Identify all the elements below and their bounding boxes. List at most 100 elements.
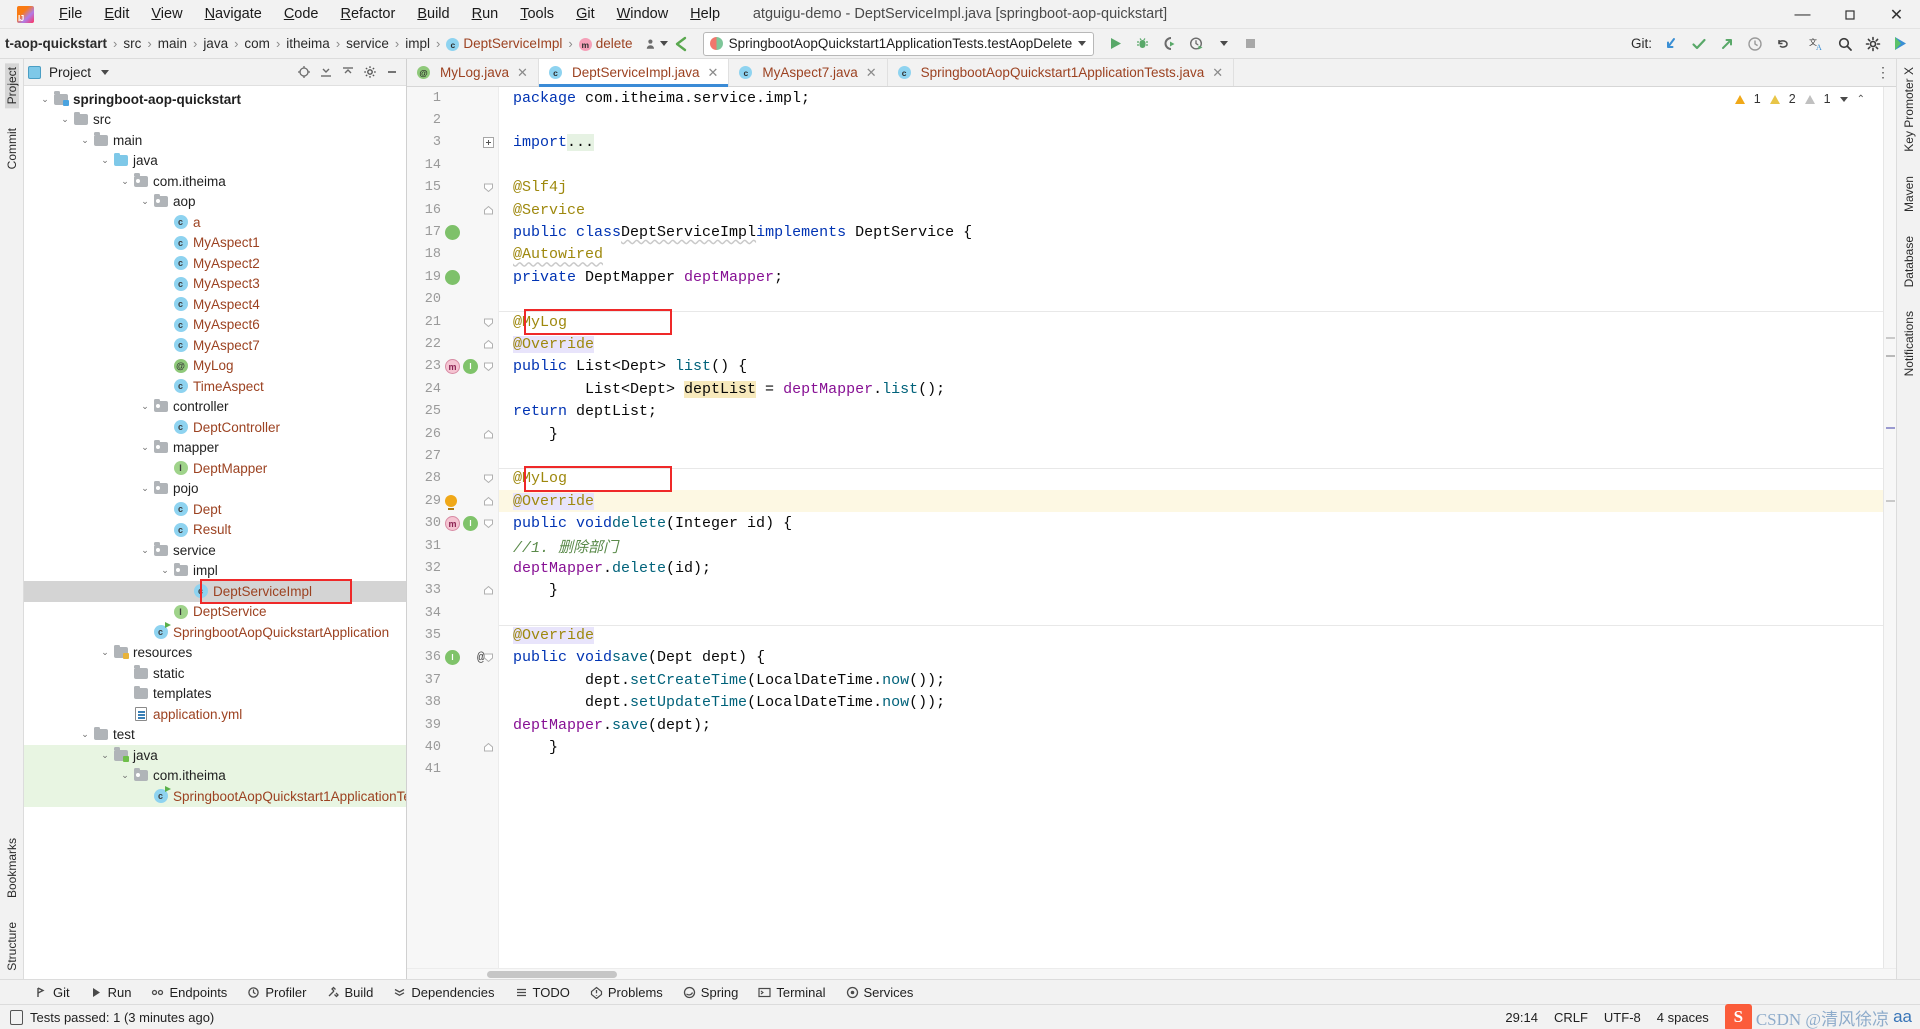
gutter-row[interactable]: 21 [407, 311, 498, 333]
code-line[interactable]: deptMapper. save (dept); [499, 714, 1883, 736]
breadcrumb[interactable]: t-aop-quickstart › src › main › java › com › ithei… [0, 34, 638, 54]
tree-node-myaspect1[interactable]: c MyAspect1 [24, 233, 406, 254]
bottom-tab-services[interactable]: Services [837, 983, 923, 1002]
tree-node-java[interactable]: ⌄ java [24, 745, 406, 766]
fold-collapse-icon[interactable] [483, 518, 494, 529]
breadcrumb-item-service[interactable]: service [341, 34, 394, 53]
bottom-tab-endpoints[interactable]: Endpoints [142, 983, 236, 1002]
code-line[interactable] [499, 602, 1883, 624]
gutter-row[interactable]: 25 [407, 400, 498, 422]
spring-bean-icon[interactable] [445, 269, 460, 285]
breadcrumb-item-delete[interactable]: m delete [574, 34, 638, 54]
tool-window-tab-maven[interactable]: Maven [1902, 172, 1916, 216]
gutter-row[interactable]: 18 [407, 244, 498, 266]
gutter-row[interactable]: 16 [407, 199, 498, 221]
tree-node-springbootaopquickstartapplication[interactable]: c SpringbootAopQuickstartApplication [24, 622, 406, 643]
menu-item-git[interactable]: Git [565, 3, 606, 25]
menu-item-file[interactable]: File [48, 3, 93, 25]
code-line[interactable]: import ... [499, 132, 1883, 154]
close-icon[interactable]: ✕ [517, 65, 528, 81]
code-line[interactable] [499, 445, 1883, 467]
tree-node-pojo[interactable]: ⌄ pojo [24, 479, 406, 500]
tree-node-deptservice[interactable]: I DeptService [24, 602, 406, 623]
tree-node-timeaspect[interactable]: c TimeAspect [24, 376, 406, 397]
fold-collapse-icon[interactable] [483, 361, 494, 372]
tree-node-deptserviceimpl[interactable]: c DeptServiceImpl [24, 581, 406, 602]
gear-icon[interactable] [1861, 32, 1884, 55]
maximize-button[interactable] [1826, 0, 1873, 29]
code-line[interactable]: public void delete (Integer id) { [499, 512, 1883, 534]
code-line[interactable]: @Override [499, 624, 1883, 646]
editor-tab-deptserviceimpl-java[interactable]: c DeptServiceImpl.java ✕ [538, 59, 730, 87]
file-encoding[interactable]: UTF-8 [1604, 1010, 1641, 1025]
menu-item-navigate[interactable]: Navigate [194, 3, 273, 25]
fold-collapse-icon[interactable] [483, 652, 494, 663]
tool-window-tab-notifications[interactable]: Notifications [1902, 307, 1916, 380]
close-icon[interactable]: ✕ [1212, 65, 1223, 81]
inspection-mark[interactable] [1886, 337, 1895, 339]
tree-node-controller[interactable]: ⌄ controller [24, 397, 406, 418]
chevron-down-icon[interactable]: ⌄ [118, 770, 132, 781]
breadcrumb-item-java[interactable]: java [198, 34, 233, 53]
fold-region-icon[interactable] [483, 585, 494, 596]
tree-node-myaspect3[interactable]: c MyAspect3 [24, 274, 406, 295]
gutter-row[interactable]: 33 [407, 580, 498, 602]
commit-icon[interactable] [1687, 32, 1710, 55]
tool-window-tab-database[interactable]: Database [1902, 232, 1916, 291]
bottom-tab-run[interactable]: Run [81, 983, 141, 1002]
gutter-row[interactable]: 34 [407, 602, 498, 624]
breadcrumb-item-deptserviceimpl[interactable]: c DeptServiceImpl [441, 34, 567, 54]
gutter-row[interactable]: 31 [407, 535, 498, 557]
editor-tab-mylog-java[interactable]: @ MyLog.java ✕ [407, 59, 539, 86]
indent-setting[interactable]: 4 spaces [1657, 1010, 1709, 1025]
tree-node-application-yml[interactable]: application.yml [24, 704, 406, 725]
chevron-down-icon[interactable]: ⌄ [158, 565, 172, 576]
tree-node-service[interactable]: ⌄ service [24, 540, 406, 561]
chevron-down-icon[interactable]: ⌄ [58, 114, 72, 125]
code-line[interactable] [499, 109, 1883, 131]
fold-collapse-icon[interactable] [483, 317, 494, 328]
code-line[interactable] [499, 154, 1883, 176]
minimize-button[interactable]: — [1779, 0, 1826, 29]
gutter-row[interactable]: 27 [407, 445, 498, 467]
search-everywhere-icon[interactable] [1833, 32, 1856, 55]
chevron-down-icon[interactable]: ⌄ [138, 442, 152, 453]
tree-node-src[interactable]: ⌄ src [24, 110, 406, 131]
tree-node-test[interactable]: ⌄ test [24, 725, 406, 746]
inspection-mark[interactable] [1886, 355, 1895, 357]
gutter-row[interactable]: 32 [407, 557, 498, 579]
code-line[interactable]: deptMapper. delete (id); [499, 557, 1883, 579]
tree-node-myaspect6[interactable]: c MyAspect6 [24, 315, 406, 336]
chevron-down-icon[interactable]: ⌄ [138, 483, 152, 494]
update-project-icon[interactable] [1659, 32, 1682, 55]
bottom-tab-terminal[interactable]: Terminal [749, 983, 834, 1002]
gutter-row[interactable]: 2 [407, 109, 498, 131]
tree-node-com-itheima[interactable]: ⌄ com.itheima [24, 765, 406, 786]
editor-gutter[interactable]: 1 2 3 14 15 16 17 18 19 20 21 22 23 m I 24 25 26 27 28 29 30 m… [407, 87, 499, 968]
tool-window-tab-bookmarks[interactable]: Bookmarks [5, 834, 19, 902]
tool-window-tab-structure[interactable]: Structure [5, 918, 19, 975]
menu-item-run[interactable]: Run [461, 3, 510, 25]
gutter-row[interactable]: 26 [407, 423, 498, 445]
chevron-up-icon[interactable]: ⌃ [1857, 94, 1865, 105]
code-line[interactable]: //1. 删除部门 [499, 535, 1883, 557]
breadcrumb-item-src[interactable]: src [118, 34, 146, 53]
tree-node-deptmapper[interactable]: I DeptMapper [24, 458, 406, 479]
line-separator[interactable]: CRLF [1554, 1010, 1588, 1025]
editor-tab-myaspect7-java[interactable]: c MyAspect7.java ✕ [729, 59, 888, 86]
main-menu[interactable]: File Edit View Navigate Code Refactor Build Run… [48, 3, 731, 25]
chevron-down-icon[interactable]: ⌄ [38, 94, 52, 105]
code-line[interactable]: List<Dept> deptList = deptMapper. list (); [499, 378, 1883, 400]
chevron-down-icon[interactable]: ⌄ [138, 401, 152, 412]
collapse-all-icon[interactable] [338, 62, 358, 82]
gutter-row[interactable]: 37 [407, 669, 498, 691]
gutter-row[interactable]: 30 m I [407, 512, 498, 534]
tree-node-dept[interactable]: c Dept [24, 499, 406, 520]
chevron-down-icon[interactable]: ⌄ [98, 647, 112, 658]
gutter-row[interactable]: 3 [407, 132, 498, 154]
user-silhouette-icon[interactable] [646, 33, 668, 55]
tree-node-mylog[interactable]: @ MyLog [24, 356, 406, 377]
fold-region-icon[interactable] [483, 496, 494, 507]
code-line[interactable]: } [499, 736, 1883, 758]
bottom-tab-problems[interactable]: Problems [581, 983, 672, 1002]
